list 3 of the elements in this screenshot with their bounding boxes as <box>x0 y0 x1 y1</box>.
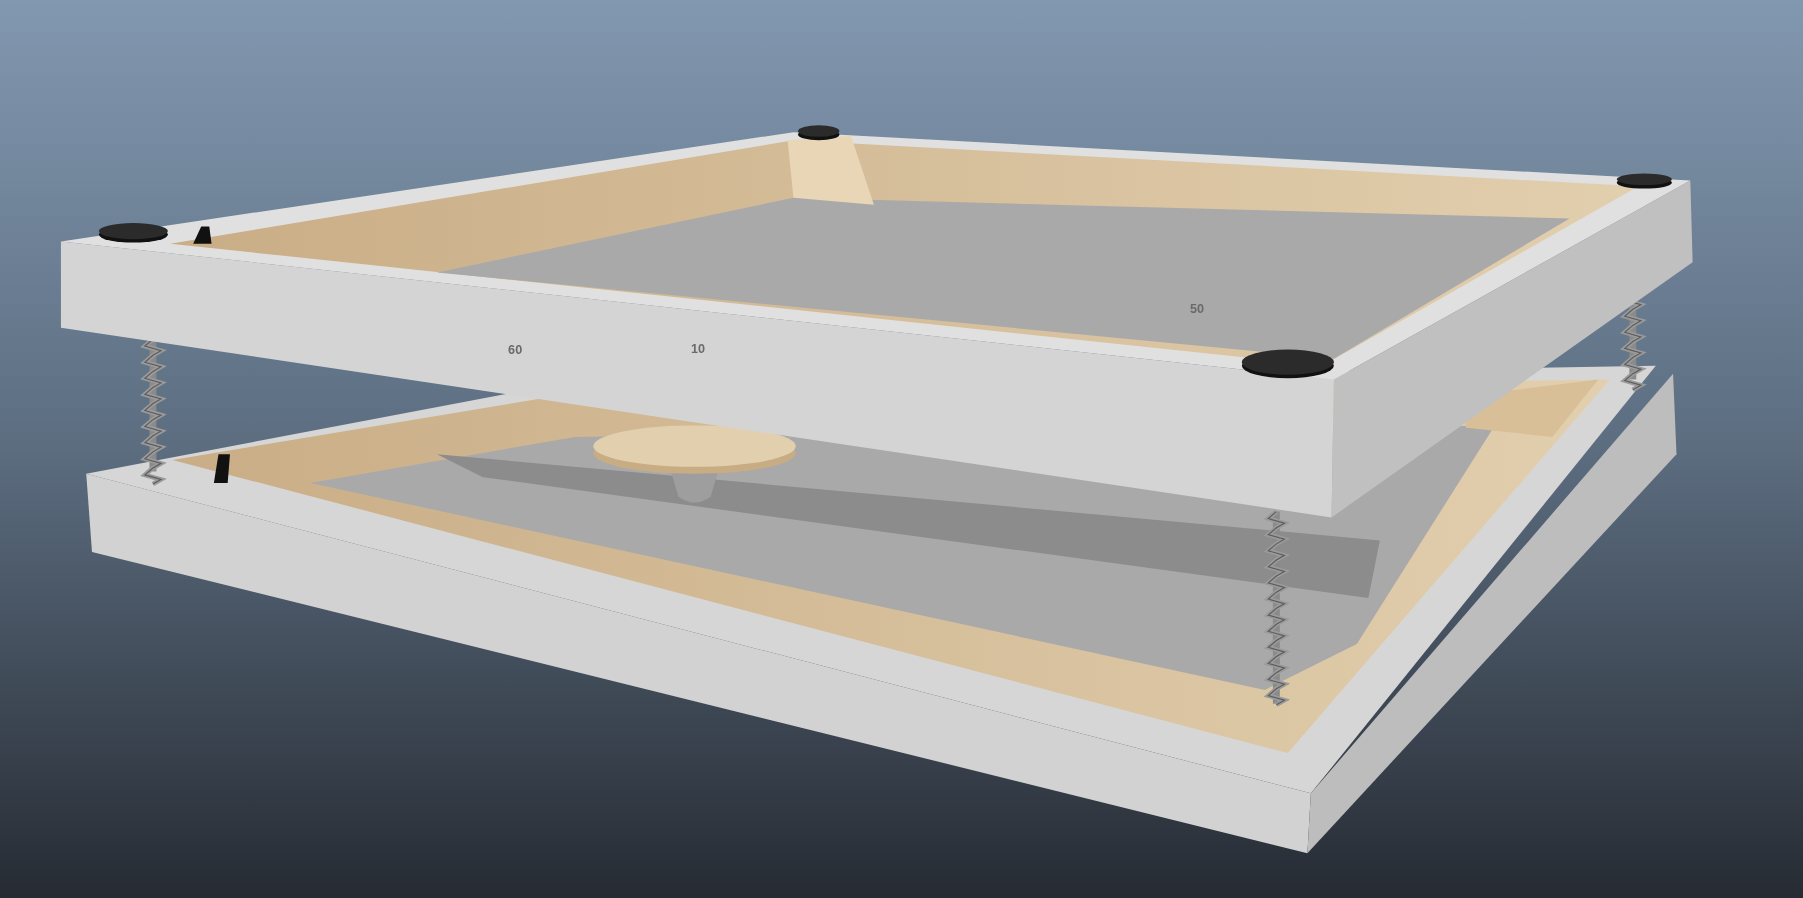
dimension-label: 60 <box>508 343 523 358</box>
dimension-label: 50 <box>1190 301 1205 316</box>
dimension-label: 10 <box>690 342 705 356</box>
